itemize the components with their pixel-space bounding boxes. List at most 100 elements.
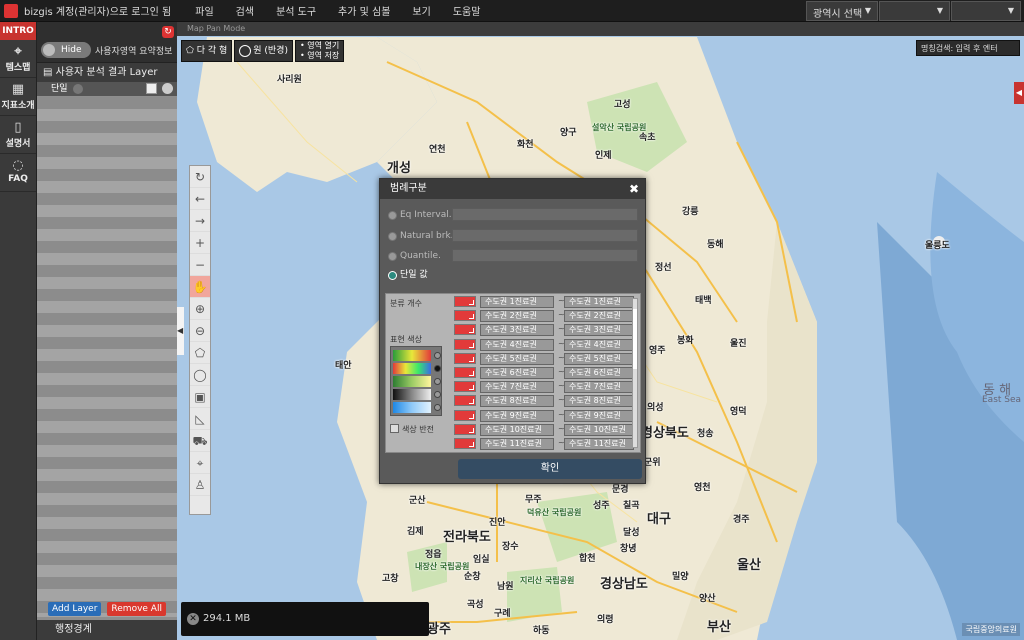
class-to-input[interactable]: 수도권 2진료권 [564,310,634,323]
ramp-radio-1[interactable] [434,352,441,359]
class-from-input[interactable]: 수도권 3진료권 [480,324,554,337]
class-from-input[interactable]: 수도권 10진료권 [480,423,554,436]
zoom-out-magnifier-icon[interactable]: ⊖ [190,320,210,342]
polygon-tool-button[interactable]: ⬠ 다 각 형 [181,40,233,62]
class-color-swatch[interactable] [454,381,476,393]
refresh-icon[interactable]: ↻ [162,26,174,38]
nav-themes-map[interactable]: ⌖ 템스맵 [0,40,36,78]
admin-boundary-layer[interactable]: 행정경계 [37,620,177,640]
option-quantile[interactable]: Quantile. [388,249,441,263]
layer-group-title[interactable]: ▤ 사용자 분석 결과 Layer [37,62,177,82]
class-to-input[interactable]: 수도권 9진료권 [564,409,634,422]
class-to-input[interactable]: 수도권 10진료권 [564,423,634,436]
area-measure-icon[interactable]: ▣ [190,386,210,408]
class-from-input[interactable]: 수도권 9진료권 [480,409,554,422]
class-from-input[interactable]: 수도권 7진료권 [480,381,554,394]
class-from-input[interactable]: 수도권 4진료권 [480,338,554,351]
class-from-input[interactable]: 수도권 5진료권 [480,352,554,365]
ramp-radio-5[interactable] [434,404,441,411]
menu-view[interactable]: 보기 [412,3,430,18]
menu-search[interactable]: 검색 [236,3,254,18]
subdistrict-select[interactable]: ▼ [951,1,1021,21]
menu-file[interactable]: 파일 [195,3,213,18]
scrollbar-thumb[interactable] [633,309,637,369]
pan-hand-icon[interactable]: ✋ [190,276,210,298]
vehicle-icon[interactable]: ⛟ [190,430,210,452]
class-color-swatch[interactable] [454,338,476,350]
menu-analysis-tools[interactable]: 분석 도구 [276,3,316,18]
invert-colors-checkbox[interactable]: 색상 반전 [390,424,434,435]
forward-arrow-icon[interactable]: → [190,210,210,232]
color-ramp-3[interactable] [393,376,431,387]
remove-all-button[interactable]: Remove All [107,602,166,616]
class-to-input[interactable]: 수도권 11진료권 [564,438,634,450]
person-icon[interactable]: ♙ [190,474,210,496]
class-color-swatch[interactable] [454,438,476,449]
class-to-input[interactable]: 수도권 5진료권 [564,352,634,365]
layer-image-icon[interactable] [146,83,157,94]
class-list-scrollbar[interactable] [632,298,638,448]
class-color-swatch[interactable] [454,367,476,378]
ramp-radio-4[interactable] [434,391,441,398]
layer-settings-icon[interactable] [162,83,173,94]
class-to-input[interactable]: 수도권 8진료권 [564,395,634,408]
class-color-swatch[interactable] [454,296,476,307]
class-to-input[interactable]: 수도권 7진료권 [564,381,634,394]
class-to-input[interactable]: 수도권 6진료권 [564,367,634,379]
zoom-out-minus-icon[interactable]: − [190,254,210,276]
class-from-input[interactable]: 수도권 2진료권 [480,310,554,323]
option-eq-interval[interactable]: Eq Interval. [388,208,452,222]
color-ramp-5[interactable] [393,402,431,413]
menu-help[interactable]: 도움말 [453,3,481,18]
class-color-swatch[interactable] [454,352,476,364]
circle-tool-button[interactable]: 원 (반경) [234,40,293,62]
zoom-in-plus-icon[interactable]: + [190,232,210,254]
refresh-icon[interactable]: ↻ [190,166,210,188]
hide-toggle[interactable]: Hide [41,42,91,58]
menu-add-symbol[interactable]: 추가 및 심볼 [338,3,390,18]
natural-breaks-input[interactable] [452,229,638,242]
confirm-button[interactable]: 확인 [458,459,642,479]
class-color-swatch[interactable] [454,324,476,336]
option-single-value[interactable]: 단일 값 [388,268,428,282]
layer-visibility-toggle[interactable] [73,84,83,94]
option-natural-breaks[interactable]: Natural brk. [388,229,454,243]
save-area-button[interactable]: • 영역 저장 [300,51,339,61]
class-from-input[interactable]: 수도권 6진료권 [480,367,554,379]
nav-indicator-intro[interactable]: ▦ 지표소개 [0,78,36,116]
nav-manual[interactable]: ▯ 설명서 [0,116,36,154]
color-ramp-2[interactable] [393,363,431,374]
eq-interval-input[interactable] [452,208,638,221]
nav-faq[interactable]: ◌ FAQ [0,154,36,192]
class-to-input[interactable]: 수도권 1진료권 [564,296,634,308]
polygon-select-icon[interactable]: ⬠ [190,342,210,364]
location-pin-icon[interactable]: ⌖ [190,452,210,474]
class-color-swatch[interactable] [454,423,476,435]
intro-button[interactable]: INTRO [0,22,36,40]
class-to-input[interactable]: 수도권 3진료권 [564,324,634,337]
panel-collapse-handle[interactable]: ◀ [177,307,184,355]
close-icon[interactable]: ✕ [187,613,199,625]
add-layer-button[interactable]: Add Layer [48,602,102,616]
layer-item[interactable]: 단일 [37,82,177,96]
ramp-radio-2[interactable] [434,365,441,372]
zoom-in-magnifier-icon[interactable]: ⊕ [190,298,210,320]
color-ramp-4[interactable] [393,389,431,400]
close-icon[interactable]: ✖ [629,179,639,199]
class-from-input[interactable]: 수도권 11진료권 [480,438,554,450]
right-panel-handle[interactable]: ◀ [1014,82,1024,104]
class-color-swatch[interactable] [454,395,476,407]
class-color-swatch[interactable] [454,310,476,322]
quantile-input[interactable] [452,249,638,262]
class-to-input[interactable]: 수도권 4진료권 [564,338,634,351]
district-select[interactable]: ▼ [879,1,950,21]
region-select[interactable]: 광역시 선택 ▼ [806,1,878,21]
ruler-icon[interactable]: ◺ [190,408,210,430]
color-ramp-1[interactable] [393,350,431,361]
place-search-input[interactable]: 명칭검색: 입력 후 엔터 [916,40,1020,56]
ramp-radio-3[interactable] [434,378,441,385]
class-from-input[interactable]: 수도권 8진료권 [480,395,554,408]
back-arrow-icon[interactable]: ← [190,188,210,210]
circle-select-icon[interactable]: ◯ [190,364,210,386]
open-area-button[interactable]: • 영역 열기 [300,41,339,51]
